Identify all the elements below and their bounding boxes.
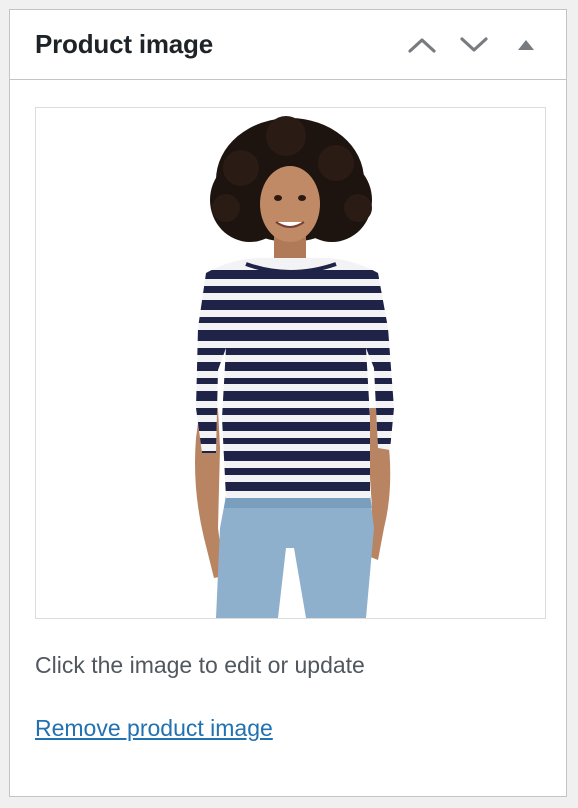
metabox-header: Product image — [10, 10, 566, 80]
triangle-up-icon — [515, 37, 537, 53]
product-image-metabox: Product image Click the image to edit or… — [9, 9, 567, 797]
move-down-button[interactable] — [448, 19, 500, 71]
metabox-title: Product image — [35, 29, 213, 59]
remove-product-image-link[interactable]: Remove product image — [35, 714, 273, 742]
move-up-button[interactable] — [396, 19, 448, 71]
metabox-controls — [396, 19, 552, 71]
chevron-down-icon — [459, 35, 489, 55]
product-photo — [195, 116, 394, 618]
chevron-up-icon — [407, 35, 437, 55]
metabox-body: Click the image to edit or update Remove… — [10, 80, 566, 742]
toggle-panel-button[interactable] — [500, 19, 552, 71]
edit-image-hint: Click the image to edit or update — [35, 652, 365, 678]
product-image-thumbnail[interactable] — [35, 107, 546, 619]
